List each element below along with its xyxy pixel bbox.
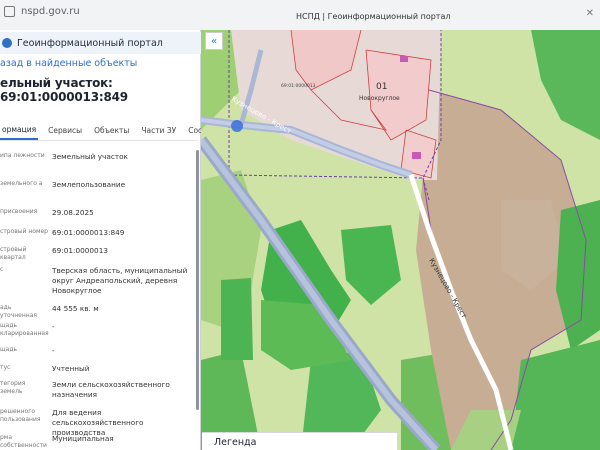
back-to-results-link[interactable]: азад в найденные объекты (0, 58, 137, 69)
attr-value: Учтенный (52, 364, 90, 373)
portal-header: Геоинформационный портал (0, 32, 202, 54)
attr-label: решенного пользования (0, 408, 41, 423)
attr-label: адь уточненная (0, 304, 38, 319)
legend-title: Легенда (214, 437, 257, 448)
attr-label: щадь (0, 346, 18, 353)
attr-value: Земли сельскохозяйственного назначения (52, 380, 170, 399)
tab-title[interactable]: НСПД | Геоинформационный портал (296, 12, 450, 21)
attr-label: земельного а (0, 180, 43, 187)
portal-title: Геоинформационный портал (17, 37, 163, 49)
building-marker (412, 152, 421, 159)
tab-parts[interactable]: Части ЗУ (139, 122, 178, 139)
forest-area (221, 278, 253, 360)
attr-value: - (52, 322, 55, 331)
village-label: Новокруглое (359, 95, 400, 102)
attr-value: Тверская область, муниципальный округ Ан… (52, 266, 188, 295)
panel-scrollbar[interactable] (196, 150, 199, 410)
attr-value: 44 555 кв. м (52, 304, 99, 313)
info-panel: Геоинформационный портал азад в найденны… (0, 30, 224, 450)
building-marker (400, 56, 408, 62)
info-tabs: ормация Сервисы Объекты Части ЗУ Соств › (0, 120, 224, 141)
close-icon[interactable]: ✕ (586, 8, 594, 19)
attr-label: с (0, 266, 4, 273)
attr-label: тегория земель (0, 380, 26, 395)
attr-value: 29.08.2025 (52, 208, 94, 217)
site-info-icon[interactable] (4, 6, 15, 17)
tab-information[interactable]: ормация (0, 121, 39, 140)
attr-label: рма собственности (0, 434, 47, 449)
attr-value: 69:01:0000013 (52, 246, 108, 255)
attr-value: Землепользование (52, 180, 126, 189)
attr-value: Земельный участок (52, 152, 128, 161)
screen: nspd.gov.ru НСПД | Геоинформационный пор… (0, 0, 600, 450)
cadastral-code-label: 69:01:0000013 (281, 83, 316, 89)
attr-label: ипа лежности (0, 152, 45, 159)
location-marker[interactable] (231, 120, 243, 132)
attr-value: Муниципальная (52, 434, 114, 443)
address-bar[interactable]: nspd.gov.ru (4, 6, 80, 17)
map-canvas[interactable]: 01 Новокруглое 69:01:0000013 Кузнецово -… (201, 30, 600, 450)
attr-value: - (52, 346, 55, 355)
parcel-title: ельный участок: 69:01:0000013:849 (0, 76, 128, 104)
tab-objects[interactable]: Объекты (92, 122, 131, 139)
village-code-label: 01 (376, 82, 387, 92)
portal-logo-icon (2, 38, 12, 48)
attr-label: щадь кларированная (0, 322, 49, 337)
url-text: nspd.gov.ru (21, 6, 80, 17)
attr-label: стровый квартал (0, 246, 27, 261)
attr-label: стровый номер (0, 228, 48, 235)
attr-label: тус (0, 364, 11, 371)
browser-top-bar: nspd.gov.ru НСПД | Геоинформационный пор… (0, 0, 600, 31)
legend-panel[interactable]: Легенда (202, 432, 397, 450)
map-view[interactable]: 01 Новокруглое 69:01:0000013 Кузнецово -… (201, 30, 600, 450)
attr-value: 69:01:0000013:849 (52, 228, 125, 237)
collapse-panel-icon[interactable]: « (205, 32, 223, 50)
tab-services[interactable]: Сервисы (46, 122, 84, 139)
attr-label: присвоения (0, 208, 38, 215)
